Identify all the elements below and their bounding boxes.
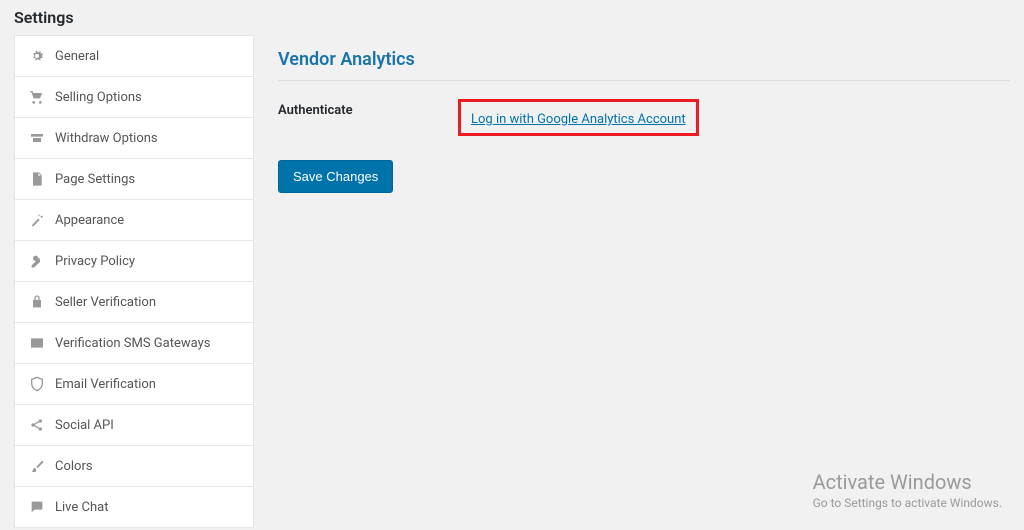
save-button[interactable]: Save Changes (278, 160, 393, 193)
sidebar-item-verification-sms-gateways[interactable]: Verification SMS Gateways (15, 323, 254, 364)
sidebar-item-label: General (55, 49, 99, 64)
lock-icon (29, 294, 45, 310)
gear-icon (29, 48, 45, 64)
withdraw-icon (29, 130, 45, 146)
authenticate-row: Authenticate Log in with Google Analytic… (278, 99, 1010, 136)
sidebar: General Selling Options Withdraw Options… (14, 35, 254, 528)
section-title: Vendor Analytics (278, 49, 1010, 81)
sidebar-item-label: Email Verification (55, 377, 156, 392)
sidebar-item-seller-verification[interactable]: Seller Verification (15, 282, 254, 323)
key-icon (29, 253, 45, 269)
authenticate-label: Authenticate (278, 99, 458, 118)
sidebar-item-live-chat[interactable]: Live Chat (15, 487, 254, 528)
sidebar-item-appearance[interactable]: Appearance (15, 200, 254, 241)
sidebar-item-label: Page Settings (55, 172, 135, 187)
sidebar-item-withdraw-options[interactable]: Withdraw Options (15, 118, 254, 159)
sidebar-item-selling-options[interactable]: Selling Options (15, 77, 254, 118)
cart-icon (29, 89, 45, 105)
sidebar-item-label: Colors (55, 459, 93, 474)
sidebar-item-social-api[interactable]: Social API (15, 405, 254, 446)
page-icon (29, 171, 45, 187)
sidebar-item-label: Social API (55, 418, 114, 433)
sidebar-item-general[interactable]: General (15, 35, 254, 77)
sidebar-item-label: Appearance (55, 213, 124, 228)
mail-icon (29, 335, 45, 351)
page-title: Settings (0, 0, 1024, 35)
sidebar-item-colors[interactable]: Colors (15, 446, 254, 487)
sidebar-item-label: Verification SMS Gateways (55, 336, 210, 351)
highlight-box: Log in with Google Analytics Account (458, 99, 699, 136)
main-panel: Vendor Analytics Authenticate Log in wit… (278, 35, 1010, 528)
brush-icon (29, 458, 45, 474)
sidebar-item-label: Withdraw Options (55, 131, 158, 146)
sidebar-item-label: Seller Verification (55, 295, 156, 310)
sidebar-item-email-verification[interactable]: Email Verification (15, 364, 254, 405)
chat-icon (29, 499, 45, 515)
shield-icon (29, 376, 45, 392)
sidebar-item-label: Privacy Policy (55, 254, 135, 269)
sidebar-item-page-settings[interactable]: Page Settings (15, 159, 254, 200)
settings-container: General Selling Options Withdraw Options… (0, 35, 1024, 528)
share-icon (29, 417, 45, 433)
sidebar-item-label: Selling Options (55, 90, 142, 105)
google-analytics-login-link[interactable]: Log in with Google Analytics Account (471, 112, 686, 127)
sidebar-item-privacy-policy[interactable]: Privacy Policy (15, 241, 254, 282)
sidebar-item-label: Live Chat (55, 500, 108, 515)
wand-icon (29, 212, 45, 228)
